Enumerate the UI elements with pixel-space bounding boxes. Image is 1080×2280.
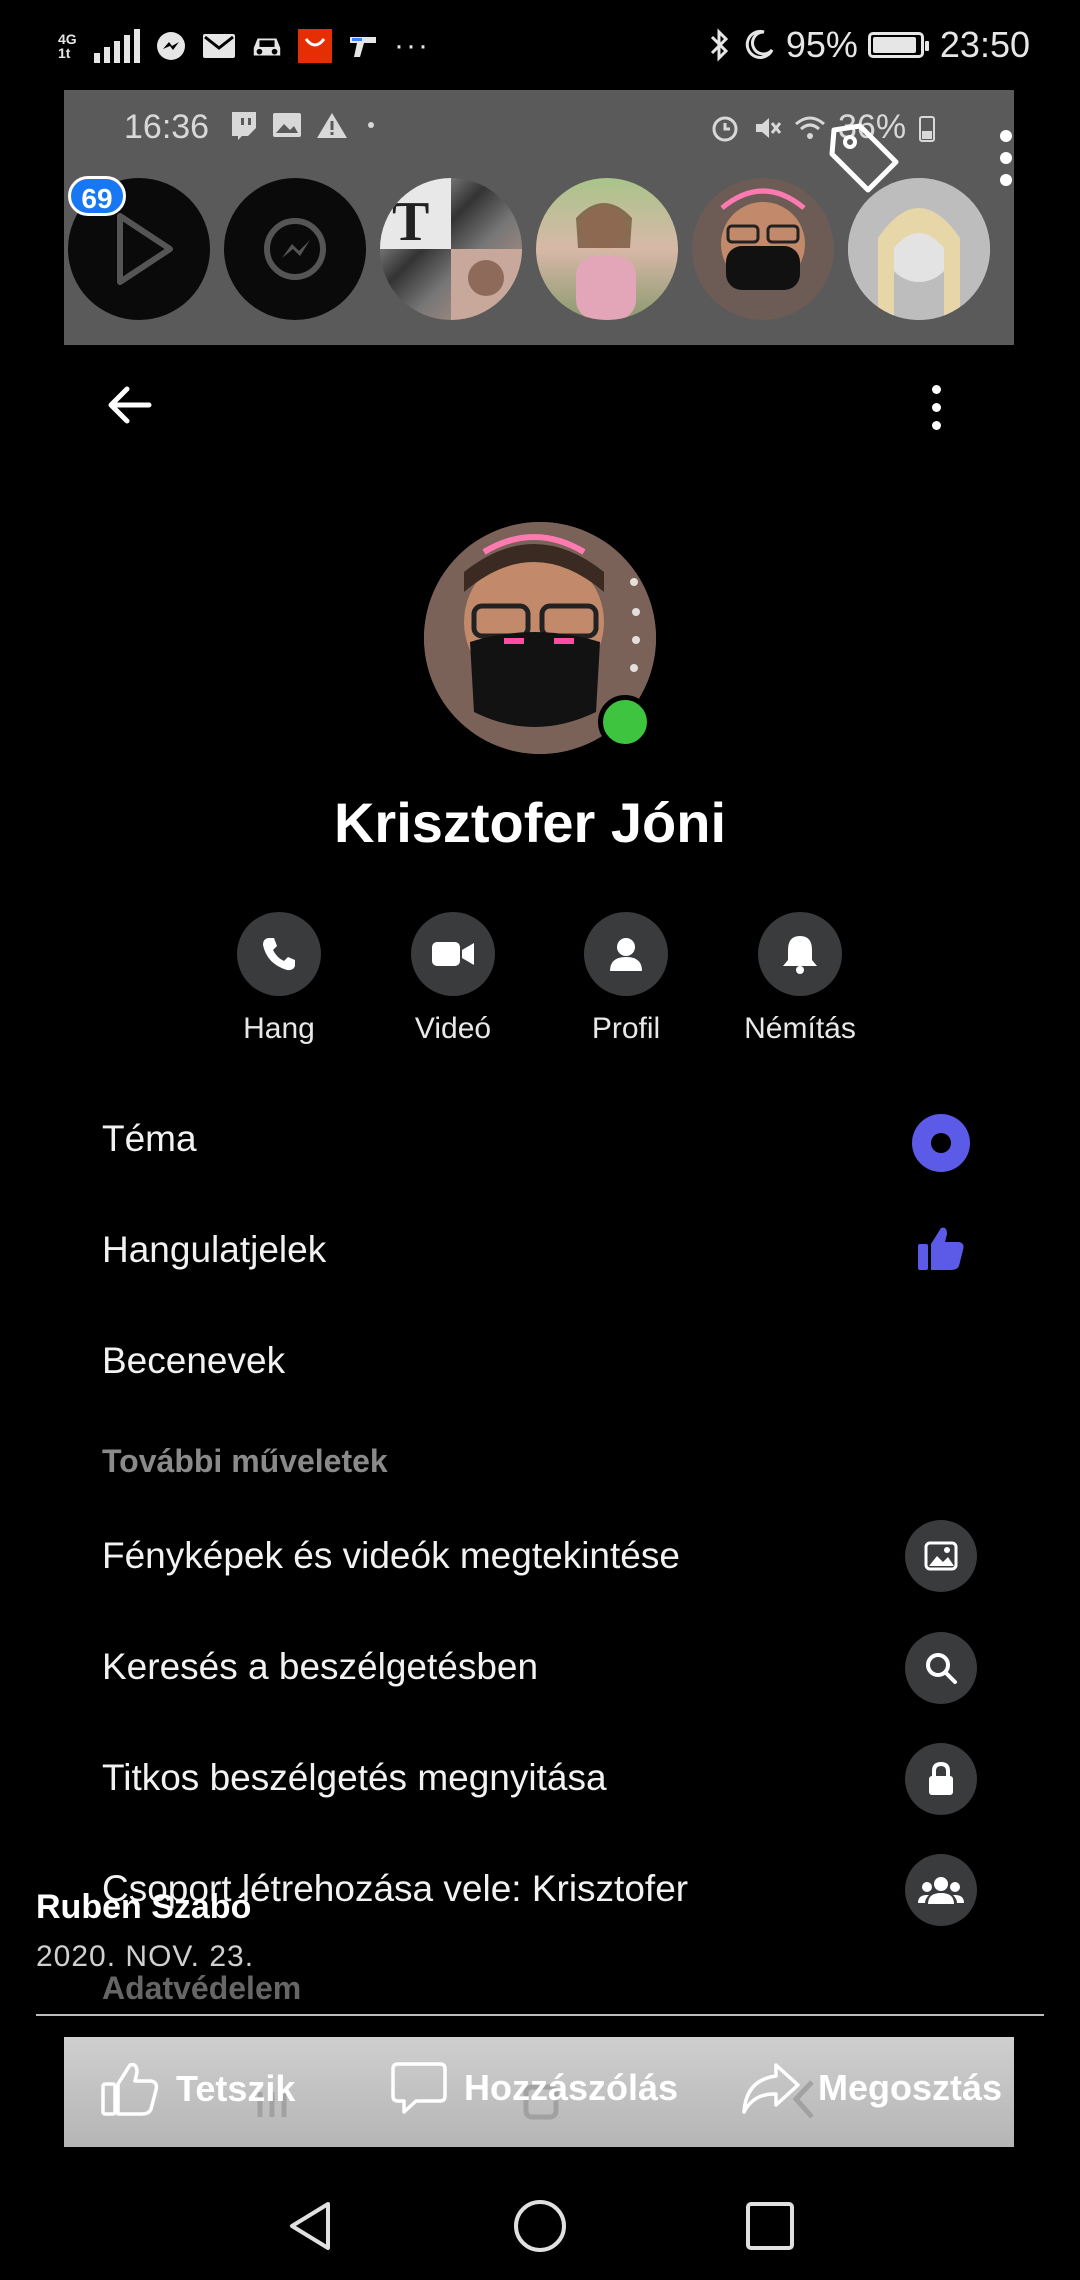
more-actions-header: További műveletek [102,1443,388,1479]
secret-conversation-row[interactable]: Titkos beszélgetés megnyitása [102,1757,982,1799]
inner-battery-icon [919,115,936,142]
emoji-row[interactable]: Hangulatjelek [102,1229,982,1271]
post-date: 2020. NOV. 23. [36,1940,255,1973]
svg-text:T: T [392,191,429,253]
status-left: 4G 1t ··· [58,22,430,70]
battery-icon [867,32,929,58]
inner-clock: 16:36 [124,108,210,146]
thumbs-up-icon[interactable] [915,1222,967,1279]
online-status-indicator [598,695,652,749]
messenger-icon [154,29,188,63]
phone-icon [237,912,321,996]
nicknames-row[interactable]: Becenevek [102,1340,982,1382]
battery-percent: 95% [785,24,858,65]
like-button[interactable]: Tetszik [100,2060,295,2118]
share-label: Megosztás [818,2067,1003,2108]
nicknames-label: Becenevek [102,1340,286,1381]
inner-status-right: 36% [710,108,936,147]
video-call-button[interactable]: Videó [378,912,528,1046]
chat-head-avatar[interactable] [536,178,678,320]
image-icon[interactable] [905,1520,977,1592]
panel-more-icon[interactable] [932,385,941,430]
car-icon [250,29,284,63]
bluetooth-icon [710,28,728,62]
system-nav-bar [0,2170,1080,2280]
profile-button[interactable]: Profil [551,912,701,1046]
nav-back-icon[interactable] [284,2198,336,2254]
bell-icon [758,912,842,996]
moon-icon [745,29,774,59]
mute-icon [756,117,782,138]
warning-icon [317,113,347,138]
theme-icon[interactable] [912,1114,970,1172]
search-conversation-label: Keresés a beszélgetésben [102,1646,539,1687]
status-right: 95% 23:50 [708,20,1030,70]
status-bar: 4G 1t ··· 95% 23:50 [0,0,1080,90]
signal-icon [94,29,140,63]
wifi-icon [795,116,825,139]
view-media-row[interactable]: Fényképek és videók megtekintése [102,1535,982,1577]
share-button[interactable]: Megosztás [740,2060,1002,2116]
video-icon [411,912,495,996]
chat-heads-row: T [64,178,1014,328]
chat-head-avatar[interactable]: T [380,178,522,320]
aliexpress-icon [298,29,332,63]
chat-head-avatar[interactable] [692,178,834,320]
notification-badge: 69 [68,176,126,216]
mute-button[interactable]: Némítás [725,912,875,1046]
back-arrow-icon[interactable] [105,385,153,430]
like-label: Tetszik [176,2068,296,2109]
action-label: Videó [414,1012,492,1045]
dot-indicator [368,122,374,128]
network-sub-label: 1t [58,45,71,61]
twitch-icon [232,112,256,140]
action-label: Hang [243,1012,315,1045]
contact-name: Krisztofer Jóni [333,791,727,854]
audio-call-button[interactable]: Hang [204,912,354,1046]
comment-icon [391,2062,447,2114]
comment-button[interactable]: Hozzászólás [390,2060,678,2116]
lock-icon[interactable] [905,1743,977,1815]
post-author[interactable]: Ruben Szabó [36,1888,251,1927]
thumbs-up-outline-icon [101,2062,159,2116]
messenger-chat-head[interactable] [224,178,366,320]
chat-head-avatar[interactable] [848,178,990,320]
network-type: 4G 1t [58,32,80,60]
action-label: Némítás [744,1012,856,1045]
action-label: Profil [591,1012,661,1045]
group-icon[interactable] [905,1854,977,1926]
network-label: 4G [58,31,77,47]
comment-label: Hozzászólás [464,2067,679,2108]
alarm-icon [712,116,738,141]
view-media-label: Fényképek és videók megtekintése [102,1535,680,1576]
inner-status-icons [228,110,374,140]
gmail-icon [202,29,236,63]
clock: 23:50 [939,24,1030,65]
more-notifications: ··· [394,29,430,62]
theme-row[interactable]: Téma [102,1118,982,1160]
theme-label: Téma [102,1118,197,1159]
search-icon[interactable] [905,1632,977,1704]
share-icon [742,2063,800,2114]
search-conversation-row[interactable]: Keresés a beszélgetésben [102,1646,982,1688]
divider [36,2014,1044,2016]
emoji-label: Hangulatjelek [102,1229,327,1270]
gallery-icon [273,113,301,137]
person-icon [584,912,668,996]
nav-home-icon[interactable] [512,2198,568,2254]
secret-conversation-label: Titkos beszélgetés megnyitása [102,1757,607,1798]
nav-recents-icon[interactable] [744,2200,796,2252]
gun-icon [346,29,380,63]
privacy-header: Adatvédelem [102,1970,302,2006]
